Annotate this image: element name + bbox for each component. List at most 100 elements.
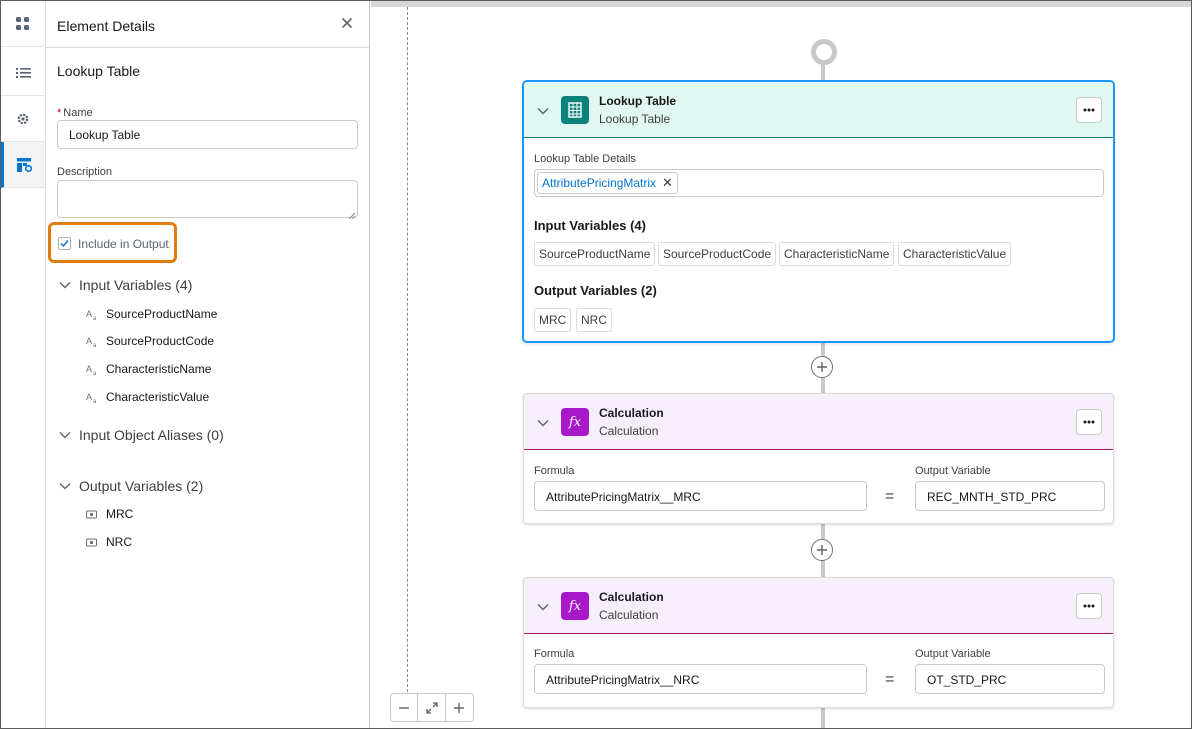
- expand-icon: [425, 701, 438, 714]
- output-variable-label: Output Variable: [915, 648, 991, 660]
- output-variables-heading: Output Variables (2): [534, 283, 657, 298]
- card-menu-button[interactable]: [1076, 97, 1102, 123]
- lookup-details-label: Lookup Table Details: [534, 153, 636, 165]
- name-input[interactable]: Lookup Table: [57, 120, 358, 149]
- input-variables-section-toggle[interactable]: Input Variables (4): [58, 277, 192, 293]
- input-variable-item[interactable]: Aa SourceProductName: [86, 307, 217, 321]
- card-menu-button[interactable]: [1076, 593, 1102, 619]
- chevron-down-icon[interactable]: [536, 416, 550, 430]
- flow-canvas[interactable]: Lookup Table Lookup Table Lookup Table D…: [371, 1, 1191, 728]
- output-variable-item[interactable]: NRC: [86, 535, 132, 549]
- input-variables-title: Input Variables (4): [79, 277, 193, 293]
- rail-apps-button[interactable]: [1, 1, 45, 47]
- panel-header: Element Details: [46, 1, 369, 48]
- calculation-card[interactable]: fx Calculation Calculation Formula Attri…: [523, 393, 1114, 524]
- selected-table-name: AttributePricingMatrix: [542, 176, 657, 190]
- input-variable-item[interactable]: Aa CharacteristicValue: [86, 390, 209, 404]
- layout-settings-icon: [17, 157, 32, 172]
- card-subtitle: Calculation: [599, 608, 659, 622]
- rail-list-button[interactable]: [1, 50, 45, 96]
- checkmark-icon: [60, 240, 69, 248]
- output-variable-input[interactable]: OT_STD_PRC: [915, 664, 1105, 694]
- resize-grip-icon: [348, 208, 356, 220]
- lookup-card-header: Lookup Table Lookup Table: [524, 82, 1113, 138]
- gear-icon: [16, 112, 30, 126]
- chevron-down-icon[interactable]: [536, 600, 550, 614]
- more-actions-icon: [1083, 604, 1095, 608]
- canvas-top-border: [371, 1, 1191, 7]
- calculation-card-header: fx Calculation Calculation: [524, 394, 1113, 450]
- currency-type-icon: [86, 538, 100, 547]
- close-icon[interactable]: [339, 15, 355, 31]
- fit-to-view-button[interactable]: [418, 694, 446, 721]
- element-type-heading: Lookup Table: [57, 63, 141, 79]
- table-icon: [561, 96, 589, 124]
- rail-element-details-button[interactable]: [1, 142, 45, 188]
- list-icon: [15, 67, 31, 79]
- panel-title: Element Details: [57, 18, 156, 34]
- equals-sign: =: [885, 488, 895, 505]
- chevron-down-icon: [59, 282, 71, 289]
- apps-grid-icon: [16, 16, 30, 31]
- output-variable-input[interactable]: REC_MNTH_STD_PRC: [915, 481, 1105, 511]
- app-frame: Element Details Lookup Table * Name Looku…: [0, 0, 1192, 729]
- selected-table-pill[interactable]: AttributePricingMatrix ✕: [537, 172, 678, 194]
- formula-label: Formula: [534, 465, 575, 477]
- svg-text:A: A: [86, 392, 92, 402]
- zoom-out-button[interactable]: [391, 694, 419, 721]
- svg-text:a: a: [93, 399, 97, 403]
- minus-icon: [399, 706, 410, 709]
- input-variable-item[interactable]: Aa SourceProductCode: [86, 334, 214, 348]
- currency-type-icon: [86, 510, 100, 519]
- name-label: * Name: [57, 107, 93, 119]
- zoom-in-button[interactable]: [446, 694, 473, 721]
- zoom-controls: [390, 693, 474, 722]
- include-in-output-checkbox[interactable]: [58, 237, 71, 250]
- include-in-output-label: Include in Output: [78, 237, 169, 251]
- add-element-button[interactable]: [811, 356, 833, 378]
- input-variable-chip: SourceProductName: [534, 242, 656, 266]
- calculation-card-header: fx Calculation Calculation: [524, 578, 1113, 634]
- output-variables-section-toggle[interactable]: Output Variables (2): [58, 478, 203, 494]
- formula-icon: fx: [561, 592, 589, 620]
- start-node[interactable]: [811, 39, 837, 65]
- svg-text:a: a: [93, 371, 97, 375]
- text-type-icon: Aa: [86, 363, 100, 375]
- text-type-icon: Aa: [86, 391, 100, 403]
- input-variable-chip: SourceProductCode: [658, 242, 777, 266]
- input-object-aliases-section-toggle[interactable]: Input Object Aliases (0): [58, 427, 224, 443]
- plus-icon: [817, 362, 827, 372]
- more-actions-icon: [1083, 108, 1095, 112]
- formula-icon: fx: [561, 408, 589, 436]
- svg-text:A: A: [86, 364, 92, 374]
- calculation-card[interactable]: fx Calculation Calculation Formula Attri…: [523, 577, 1114, 708]
- canvas-guide-line: [407, 7, 408, 697]
- plus-icon: [817, 545, 827, 555]
- formula-label: Formula: [534, 648, 575, 660]
- card-title: Calculation: [599, 590, 664, 604]
- plus-icon: [454, 702, 465, 713]
- svg-text:a: a: [93, 316, 97, 320]
- input-variable-item[interactable]: Aa CharacteristicName: [86, 362, 211, 376]
- add-element-button[interactable]: [811, 539, 833, 561]
- flow-connector: [821, 708, 825, 728]
- card-subtitle: Lookup Table: [599, 112, 671, 126]
- formula-input[interactable]: AttributePricingMatrix__NRC: [534, 664, 867, 694]
- text-type-icon: Aa: [86, 335, 100, 347]
- text-type-icon: Aa: [86, 308, 100, 320]
- remove-icon[interactable]: ✕: [662, 175, 673, 191]
- svg-text:A: A: [86, 309, 92, 319]
- flow-connector: [821, 63, 825, 81]
- formula-input[interactable]: AttributePricingMatrix__MRC: [534, 481, 867, 511]
- rail-settings-button[interactable]: [1, 96, 45, 142]
- chevron-down-icon: [59, 432, 71, 439]
- svg-text:a: a: [93, 343, 97, 347]
- lookup-table-picker[interactable]: AttributePricingMatrix ✕: [534, 169, 1104, 197]
- output-variables-title: Output Variables (2): [79, 478, 204, 494]
- chevron-down-icon: [59, 483, 71, 490]
- output-variable-item[interactable]: MRC: [86, 507, 133, 521]
- description-textarea[interactable]: [57, 180, 358, 220]
- lookup-table-card[interactable]: Lookup Table Lookup Table Lookup Table D…: [523, 81, 1114, 342]
- chevron-down-icon[interactable]: [536, 104, 550, 118]
- card-menu-button[interactable]: [1076, 409, 1102, 435]
